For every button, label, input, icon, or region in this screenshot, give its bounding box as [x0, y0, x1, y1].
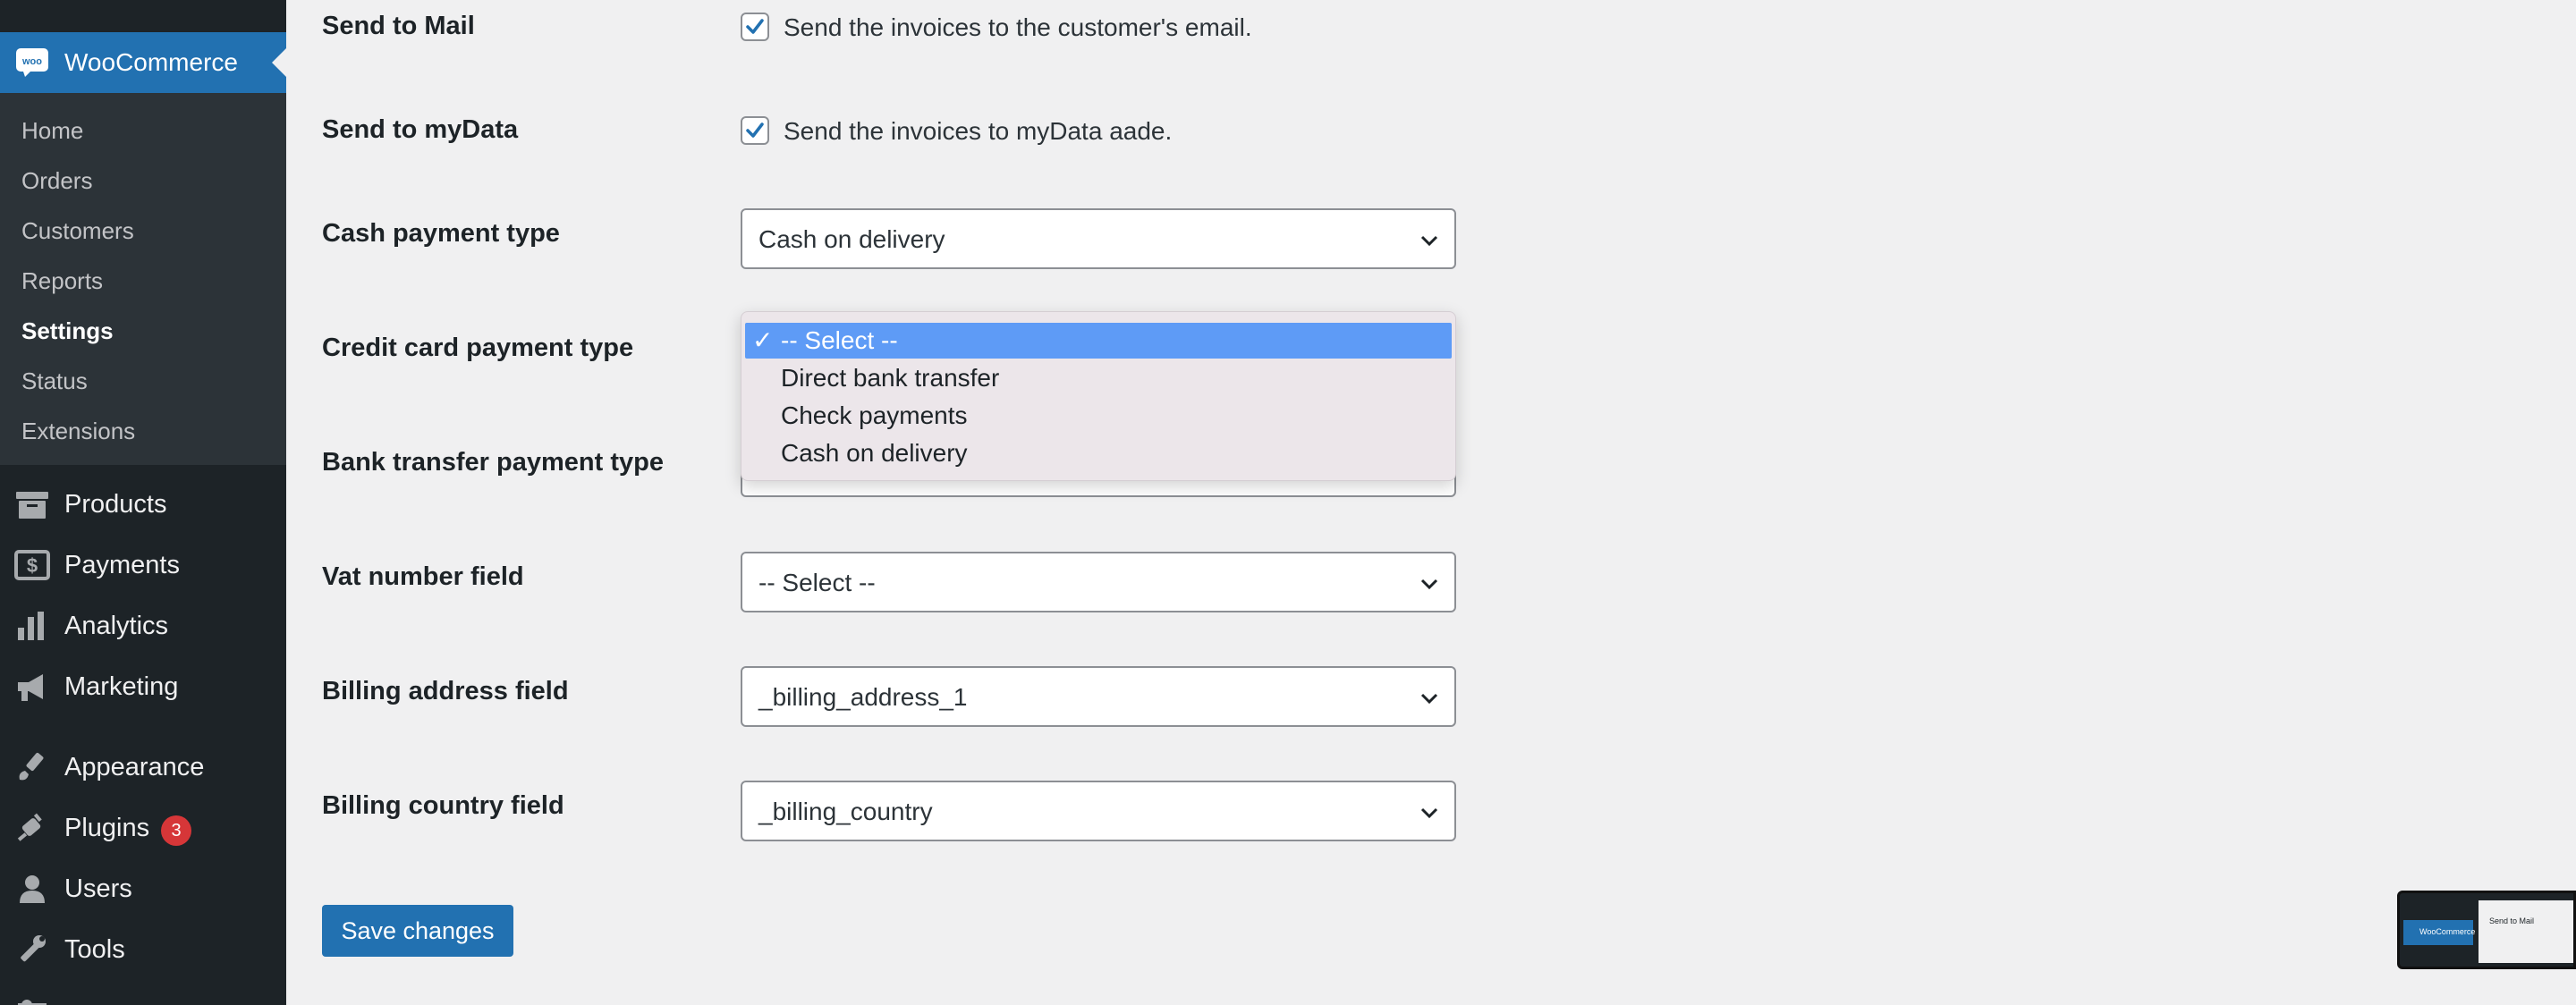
- chevron-down-icon: [1420, 693, 1438, 705]
- menu-item-appearance[interactable]: Appearance: [0, 742, 286, 792]
- option-label: Check payments: [781, 401, 968, 429]
- thumbnail-sidebar-text: WooCommerce: [2419, 927, 2476, 936]
- menu-item-users[interactable]: Users: [0, 864, 286, 914]
- send-to-mail-checkbox[interactable]: [741, 13, 769, 41]
- select-value: _billing_country: [758, 798, 933, 825]
- submenu-item-settings[interactable]: Settings: [21, 317, 114, 345]
- menu-item-payments[interactable]: $ Payments: [0, 540, 286, 590]
- credit-card-payment-type-dropdown: ✓ -- Select -- Direct bank transfer Chec…: [741, 311, 1456, 481]
- send-to-mydata-checkbox[interactable]: [741, 116, 769, 145]
- option-label: Direct bank transfer: [781, 364, 1000, 392]
- paintbrush-icon: [19, 752, 44, 781]
- woocommerce-submenu: Home Orders Customers Reports Settings S…: [0, 93, 286, 465]
- admin-sidebar: woo WooCommerce Home Orders Customers Re…: [0, 0, 286, 1005]
- billing-country-field-select[interactable]: _billing_country: [741, 781, 1456, 841]
- submenu-item-customers[interactable]: Customers: [21, 216, 134, 245]
- chevron-down-icon: [1420, 807, 1438, 819]
- svg-text:$: $: [27, 554, 38, 577]
- menu-item-tools[interactable]: Tools: [0, 925, 286, 975]
- submenu-item-reports[interactable]: Reports: [21, 266, 103, 295]
- menu-item-label: Payments: [64, 551, 180, 579]
- archive-icon: [16, 492, 48, 519]
- menu-item-label: Tools: [64, 935, 125, 964]
- menu-item-plugins[interactable]: Plugins 3: [0, 803, 286, 853]
- screenshot-thumbnail[interactable]: WooCommerce Send to Mail: [2397, 891, 2576, 969]
- menu-item-label: Appearance: [64, 753, 205, 781]
- menu-item-label: Marketing: [64, 672, 179, 701]
- submenu-item-extensions[interactable]: Extensions: [21, 417, 135, 445]
- cash-payment-type-label: Cash payment type: [322, 219, 560, 248]
- select-value: Cash on delivery: [758, 225, 945, 253]
- menu-item-label: Users: [64, 874, 132, 903]
- menu-item-products[interactable]: Products: [0, 479, 286, 529]
- vat-number-field-label: Vat number field: [322, 562, 524, 591]
- wrench-icon: [21, 935, 46, 962]
- save-changes-button[interactable]: Save changes: [322, 905, 513, 957]
- menu-item-analytics[interactable]: Analytics: [0, 601, 286, 651]
- billing-address-field-select[interactable]: _billing_address_1: [741, 666, 1456, 727]
- select-value: _billing_address_1: [758, 683, 968, 711]
- menu-item-label: Products: [64, 490, 167, 519]
- menu-item-woocommerce[interactable]: woo WooCommerce: [0, 32, 286, 93]
- dollar-icon: $: [14, 550, 50, 580]
- dropdown-option-direct-bank-transfer[interactable]: Direct bank transfer: [745, 360, 1452, 396]
- update-count-badge: 3: [161, 815, 191, 846]
- submenu-item-status[interactable]: Status: [21, 367, 88, 395]
- checkmark-icon: [746, 19, 764, 34]
- select-value: -- Select --: [758, 569, 876, 596]
- submenu-item-orders[interactable]: Orders: [21, 166, 92, 195]
- send-to-mail-description: Send the invoices to the customer's emai…: [784, 13, 1252, 41]
- checkmark-icon: [746, 122, 764, 138]
- send-to-mydata-label: Send to myData: [322, 115, 519, 144]
- menu-item-label: WooCommerce: [64, 48, 238, 76]
- megaphone-icon: [18, 674, 43, 701]
- menu-item-settings-partial[interactable]: [0, 985, 286, 1005]
- checkmark-icon: ✓: [752, 326, 774, 354]
- menu-item-label: Plugins: [64, 814, 150, 842]
- send-to-mail-label: Send to Mail: [322, 12, 475, 40]
- woocommerce-logo-icon: woo: [16, 48, 48, 77]
- chevron-down-icon: [1420, 235, 1438, 247]
- sliders-icon: [18, 1000, 47, 1005]
- dropdown-option-select[interactable]: ✓ -- Select --: [745, 323, 1452, 359]
- user-icon: [20, 875, 45, 903]
- dropdown-option-check-payments[interactable]: Check payments: [745, 398, 1452, 434]
- send-to-mydata-description: Send the invoices to myData aade.: [784, 117, 1173, 145]
- billing-country-field-label: Billing country field: [322, 791, 564, 820]
- option-label: -- Select --: [781, 326, 898, 354]
- option-label: Cash on delivery: [781, 439, 968, 467]
- cash-payment-type-select[interactable]: Cash on delivery: [741, 208, 1456, 269]
- svg-text:woo: woo: [21, 56, 42, 67]
- credit-card-payment-type-label: Credit card payment type: [322, 334, 634, 362]
- thumbnail-main: [2479, 900, 2573, 963]
- vat-number-field-select[interactable]: -- Select --: [741, 552, 1456, 612]
- menu-item-marketing[interactable]: Marketing: [0, 662, 286, 712]
- billing-address-field-label: Billing address field: [322, 677, 569, 705]
- menu-item-label: Analytics: [64, 612, 169, 640]
- submenu-item-home[interactable]: Home: [21, 116, 83, 145]
- bank-transfer-payment-type-label: Bank transfer payment type: [322, 448, 664, 477]
- dropdown-option-cash-on-delivery[interactable]: Cash on delivery: [745, 435, 1452, 471]
- plugin-icon: [17, 813, 42, 841]
- thumbnail-main-text: Send to Mail: [2489, 916, 2535, 925]
- bar-chart-icon: [18, 612, 44, 640]
- current-menu-arrow: [272, 48, 286, 77]
- chevron-down-icon: [1420, 579, 1438, 590]
